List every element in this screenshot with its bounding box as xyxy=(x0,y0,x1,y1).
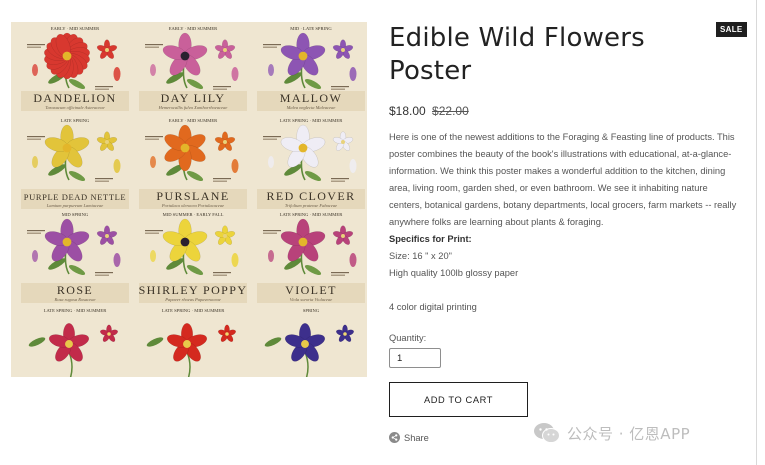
page-edge-divider xyxy=(756,0,757,465)
svg-text:MALLOW: MALLOW xyxy=(280,91,342,105)
svg-text:Rosa rugosa Rosaceae: Rosa rugosa Rosaceae xyxy=(54,297,96,302)
share-icon xyxy=(389,432,400,443)
svg-text:Papaver rhoeas Papaveraceae: Papaver rhoeas Papaveraceae xyxy=(164,297,220,302)
svg-text:LATE SPRING · MID SUMMER: LATE SPRING · MID SUMMER xyxy=(162,308,225,313)
svg-text:SHIRLEY POPPY: SHIRLEY POPPY xyxy=(139,283,248,297)
quantity-input[interactable] xyxy=(389,348,441,368)
svg-text:DAY LILY: DAY LILY xyxy=(161,91,226,105)
share-label: Share xyxy=(404,432,429,443)
poster-cell-purslane: EARLY · MID SUMMER PURSLANEPortulaca oler… xyxy=(139,118,247,209)
poster-cell-red-clover: LATE SPRING · MID SUMMER RED CLOVERTrifol… xyxy=(257,118,365,209)
svg-text:LATE SPRING · MID SUMMER: LATE SPRING · MID SUMMER xyxy=(280,212,343,217)
poster-cell-day-lily: EARLY · MID SUMMER DAY LILYHemerocallis f… xyxy=(139,26,247,111)
product-image[interactable]: EARLY · MID SUMMER DANDELION Taraxacum off… xyxy=(11,22,367,377)
watermark: 公众号 · 亿恩APP xyxy=(533,422,690,444)
sale-badge: SALE xyxy=(716,22,747,37)
svg-text:Lamium purpureum Lamiaceae: Lamium purpureum Lamiaceae xyxy=(46,203,104,208)
svg-text:LATE SPRING: LATE SPRING xyxy=(61,118,90,123)
poster-illustration: EARLY · MID SUMMER DANDELIONTaraxacum off… xyxy=(21,26,365,377)
svg-text:MID SPRING: MID SPRING xyxy=(62,212,89,217)
quantity-label: Quantity: xyxy=(389,333,427,343)
poster-cell-shirley-poppy: MID SUMMER · EARLY FALL SHIRLEY POPPYPapa… xyxy=(139,212,248,303)
product-title-line2: Poster xyxy=(389,56,472,86)
poster-cell-purple-dead-nettle: LATE SPRING PURPLE DEAD NETTLELamium purp… xyxy=(21,118,129,209)
svg-text:VIOLET: VIOLET xyxy=(285,283,337,297)
svg-text:DANDELION: DANDELION xyxy=(33,91,116,105)
svg-text:LATE SPRING · MID SUMMER: LATE SPRING · MID SUMMER xyxy=(44,308,107,313)
poster-cell-dandelion: EARLY · MID SUMMER DANDELIONTaraxacum off… xyxy=(21,26,129,111)
svg-text:PURSLANE: PURSLANE xyxy=(156,189,229,203)
spec-size: Size: 16 " x 20" xyxy=(389,251,452,261)
svg-text:PURPLE DEAD NETTLE: PURPLE DEAD NETTLE xyxy=(24,192,126,202)
watermark-text: 公众号 · 亿恩APP xyxy=(567,424,691,443)
poster-bottom-cell: LATE SPRING · MID SUMMER xyxy=(28,308,119,377)
add-to-cart-button[interactable]: ADD TO CART xyxy=(389,382,528,417)
specs-heading: Specifics for Print: xyxy=(389,234,472,244)
price-original: $22.00 xyxy=(432,104,469,118)
spec-paper: High quality 100lb glossy paper xyxy=(389,268,519,278)
spec-printing: 4 color digital printing xyxy=(389,302,477,312)
svg-text:MID SUMMER · EARLY FALL: MID SUMMER · EARLY FALL xyxy=(163,212,224,217)
svg-text:Trifolium pratense Fabaceae: Trifolium pratense Fabaceae xyxy=(285,203,337,208)
wechat-icon xyxy=(534,423,560,443)
poster-cell-rose: MID SPRING ROSERosa rugosa Rosaceae xyxy=(21,212,129,303)
svg-text:EARLY · MID SUMMER: EARLY · MID SUMMER xyxy=(169,26,218,31)
svg-text:ROSE: ROSE xyxy=(57,283,93,297)
description-text: Here is one of the newest additions to t… xyxy=(389,132,737,227)
svg-text:LATE SPRING · MID SUMMER: LATE SPRING · MID SUMMER xyxy=(280,118,343,123)
product-title: Edible Wild Flowers Poster xyxy=(389,22,689,88)
share-link[interactable]: Share xyxy=(389,432,429,443)
product-description: Here is one of the newest additions to t… xyxy=(389,129,741,316)
price: $18.00 $22.00 xyxy=(389,104,469,118)
product-title-line1: Edible Wild Flowers xyxy=(389,23,645,53)
poster-bottom-cell: LATE SPRING · MID SUMMER xyxy=(146,308,237,377)
svg-text:EARLY · MID SUMMER: EARLY · MID SUMMER xyxy=(169,118,218,123)
svg-text:RED CLOVER: RED CLOVER xyxy=(267,189,356,203)
svg-text:Viola sororia Violaceae: Viola sororia Violaceae xyxy=(290,297,332,302)
svg-text:Malva neglecta Malvaceae: Malva neglecta Malvaceae xyxy=(286,105,336,110)
poster-cell-mallow: MID · LATE SPRING MALLOWMalva neglecta Ma… xyxy=(257,26,365,111)
poster-bottom-cell: SPRING xyxy=(264,308,355,377)
price-current: $18.00 xyxy=(389,104,426,118)
svg-text:Hemerocallis fulva Xanthorrho: Hemerocallis fulva Xanthorrhoeaceae xyxy=(158,105,228,110)
svg-text:Taraxacum officinale Asterace: Taraxacum officinale Asteraceae xyxy=(45,105,104,110)
svg-text:Portulaca oleracea Portulacac: Portulaca oleracea Portulacaceae xyxy=(161,203,224,208)
svg-text:EARLY · MID SUMMER: EARLY · MID SUMMER xyxy=(51,26,100,31)
svg-text:MID · LATE SPRING: MID · LATE SPRING xyxy=(290,26,332,31)
svg-text:SPRING: SPRING xyxy=(303,308,320,313)
poster-cell-violet: LATE SPRING · MID SUMMER VIOLETViola soro… xyxy=(257,212,365,303)
